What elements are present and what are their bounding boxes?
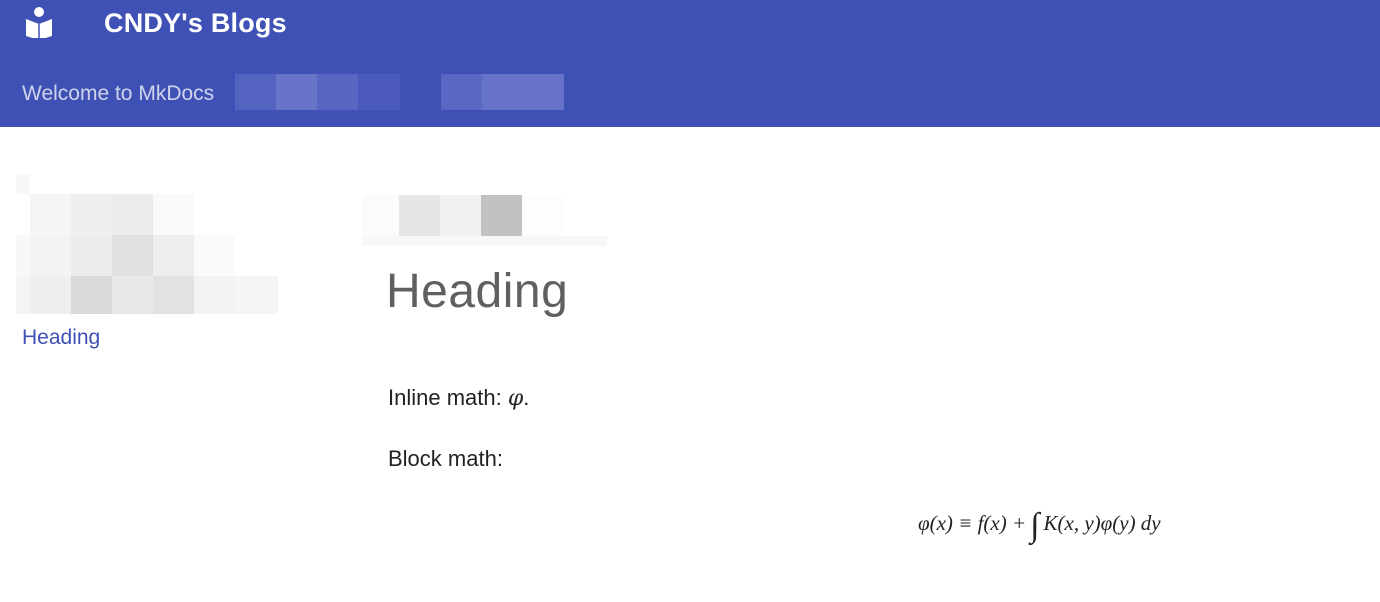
book-reader-icon[interactable] [24, 6, 54, 38]
block-math-label: Block math: [388, 446, 503, 471]
page-heading: Heading [386, 265, 569, 318]
redacted-breadcrumb [362, 195, 607, 247]
inline-math-symbol: φ [507, 386, 524, 411]
equation-left: φ(x) ≡ f(x) + [918, 511, 1027, 535]
tab-welcome-to-mkdocs[interactable]: Welcome to MkDocs [22, 80, 214, 108]
redacted-sidebar-title [16, 174, 278, 314]
inline-math-paragraph: Inline math: φ. [388, 383, 529, 414]
top-header: CNDY's Blogs Welcome to MkDocs [0, 0, 1380, 127]
redacted-tab[interactable] [441, 74, 564, 110]
inline-math-tail: . [523, 385, 530, 410]
site-title[interactable]: CNDY's Blogs [104, 6, 287, 40]
block-math-equation: φ(x) ≡ f(x) + ∫ K(x, y)φ(y) dy [918, 503, 1161, 546]
equation-right: K(x, y)φ(y) dy [1043, 511, 1161, 535]
redacted-tab[interactable] [235, 74, 400, 110]
sidebar-item-heading[interactable]: Heading [22, 325, 100, 351]
integral-symbol: ∫ [1030, 507, 1040, 544]
inline-math-label: Inline math: [388, 385, 508, 410]
